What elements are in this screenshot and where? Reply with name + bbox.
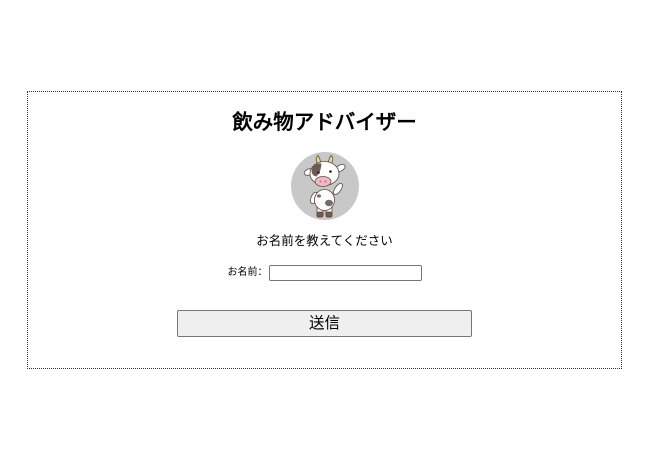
advisor-card: 飲み物アドバイザー お名前を教えてください お名前： 送信 bbox=[27, 91, 622, 369]
submit-button[interactable]: 送信 bbox=[177, 310, 472, 337]
cow-body-spot bbox=[324, 199, 333, 207]
cow-snout bbox=[314, 176, 331, 187]
cow-head-group bbox=[303, 154, 345, 187]
cow-body-spot-small bbox=[316, 194, 321, 198]
cow-icon bbox=[303, 154, 345, 218]
cow-right-eye bbox=[328, 170, 332, 173]
name-label: お名前： bbox=[227, 267, 268, 278]
cow-right-hoof bbox=[325, 211, 332, 218]
cow-right-nostril bbox=[324, 180, 326, 183]
cow-body bbox=[313, 189, 335, 211]
cow-raised-arm bbox=[332, 183, 343, 195]
page-title: 飲み物アドバイザー bbox=[232, 110, 417, 134]
cow-left-eye bbox=[316, 171, 320, 174]
name-row: お名前： bbox=[28, 265, 621, 281]
prompt-text: お名前を教えてください bbox=[256, 233, 393, 248]
cow-left-hoof bbox=[316, 211, 323, 218]
name-input[interactable] bbox=[268, 265, 422, 281]
avatar bbox=[290, 152, 359, 220]
cow-left-nostril bbox=[319, 180, 321, 183]
